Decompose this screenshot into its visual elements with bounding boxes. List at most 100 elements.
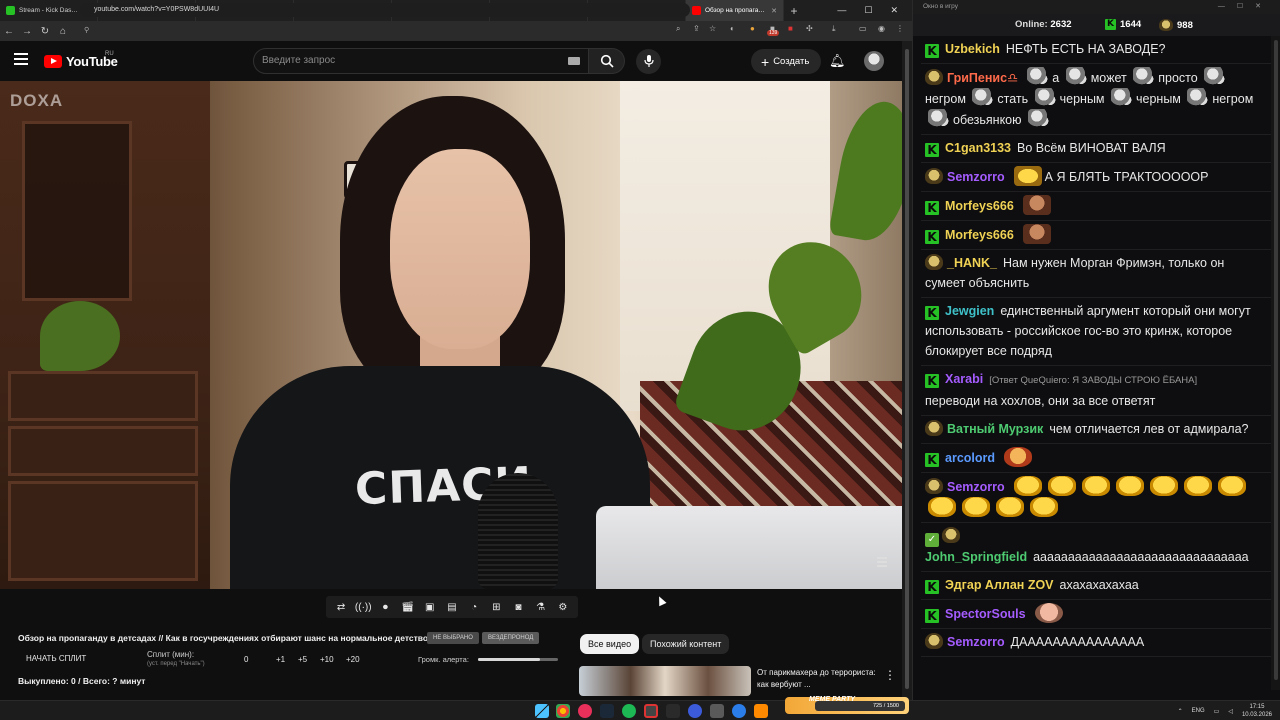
create-button[interactable]: + Создать — [751, 49, 822, 74]
windows-start-icon[interactable] — [535, 704, 549, 718]
chat-username[interactable]: Morfeys666 — [945, 228, 1014, 242]
browser-menu-icon[interactable]: ⋮ — [896, 24, 904, 33]
chat-username[interactable]: Semzorro — [947, 635, 1005, 649]
kick-viewers: K 1644 — [1105, 19, 1142, 30]
telegram-icon[interactable] — [732, 704, 746, 718]
split-plus-20-button[interactable]: +20 — [346, 655, 360, 664]
audio-icon[interactable]: ((·)) — [355, 601, 372, 613]
sidebar-icon[interactable]: ▭ — [859, 24, 867, 33]
app-icon-3[interactable] — [688, 704, 702, 718]
chip-similar-content[interactable]: Похожий контент — [642, 634, 730, 654]
chat-username[interactable]: SpectorSouls — [945, 607, 1026, 621]
video-menu-icon[interactable] — [877, 557, 887, 569]
chat-username[interactable]: Эдгар Аллан ZOV — [945, 578, 1054, 592]
download-icon[interactable]: ⤓ — [832, 24, 836, 34]
notifications-bell-icon[interactable]: 🔔︎ — [829, 53, 846, 69]
hamburger-menu-icon[interactable] — [14, 53, 28, 65]
flask-icon[interactable]: ⚗ — [534, 601, 548, 613]
cinema-icon[interactable]: ▤ — [445, 601, 459, 613]
browser-tab[interactable]: Обзор на пропаганд... ✕ — [686, 0, 784, 21]
minimize-button[interactable]: — — [837, 5, 846, 16]
app-icon-5[interactable] — [754, 704, 768, 718]
keyboard-icon[interactable] — [568, 57, 580, 65]
video-player[interactable]: СПАСИ DOXA — [0, 81, 902, 589]
chat-username[interactable]: Semzorro — [947, 170, 1005, 184]
bookmark-star-icon[interactable]: ☆ — [709, 24, 716, 33]
chat-username[interactable]: Ватный Мурзик — [947, 422, 1043, 436]
search-input[interactable]: Введите запрос — [253, 48, 589, 74]
pepe-emote-icon — [1034, 88, 1057, 108]
chat-username[interactable]: Semzorro — [947, 480, 1005, 494]
spotify-icon[interactable] — [622, 704, 636, 718]
recommendation-more-icon[interactable]: ⋮ — [884, 668, 896, 682]
url-field[interactable]: youtube.com/watch?v=Y0PSW8dUUI4U — [80, 3, 690, 17]
other-viewers: 988 — [1159, 19, 1193, 31]
chat-username[interactable]: Jewgien — [945, 304, 994, 318]
clip-icon[interactable]: 🎬︎ — [401, 601, 415, 613]
account-avatar[interactable] — [864, 51, 884, 71]
loop-icon[interactable]: ⇄ — [334, 601, 348, 613]
tray-chevron-icon[interactable]: ⌃ — [1178, 708, 1183, 715]
search-button[interactable] — [589, 48, 625, 74]
app-icon-1[interactable] — [578, 704, 592, 718]
clock[interactable]: 17:15 10.03.2026 — [1242, 703, 1272, 719]
chat-username[interactable]: arcolord — [945, 451, 995, 465]
zoom-icon[interactable]: ⌕ — [676, 24, 680, 34]
steam-icon[interactable] — [600, 704, 614, 718]
reload-icon[interactable]: ↻ — [36, 26, 54, 37]
split-plus-1-button[interactable]: +1 — [276, 655, 285, 664]
start-split-button[interactable]: НАЧАТЬ СПЛИТ — [26, 654, 86, 663]
split-plus-5-button[interactable]: +5 — [298, 655, 307, 664]
network-icon[interactable]: ▭ — [1214, 708, 1220, 715]
extension-red-icon[interactable]: ■ — [788, 24, 793, 33]
obs-icon[interactable] — [644, 704, 658, 718]
taskbar: ⌃ ENG ▭ ◁ 17:15 10.03.2026 — [0, 700, 1280, 720]
status-pill-1[interactable]: НЕ ВЫБРАНО — [427, 632, 479, 644]
alert-volume-slider[interactable] — [478, 658, 558, 661]
speed-icon[interactable]: ◔ — [467, 601, 481, 613]
maximize-button[interactable]: ☐ — [864, 5, 872, 16]
split-plus-10-button[interactable]: +10 — [320, 655, 334, 664]
chat-username[interactable]: C1gan3133 — [945, 141, 1011, 155]
chat-scrollbar[interactable] — [1271, 36, 1280, 690]
settings-gear-icon[interactable]: ⚙ — [556, 601, 570, 613]
chip-all-videos[interactable]: Все видео — [580, 634, 640, 654]
create-label: Создать — [773, 56, 810, 67]
recommendation-thumbnail[interactable] — [579, 666, 751, 696]
chat-reply-context[interactable]: [Ответ QueQuiero: Я ЗАВОДЫ СТРОЮ ЁБАНА] — [989, 375, 1197, 386]
app-icon-4[interactable] — [710, 704, 724, 718]
chat-window-buttons[interactable]: —☐✕ — [1218, 0, 1273, 14]
volume-icon[interactable]: ◁ — [1228, 708, 1233, 715]
extension-icon[interactable]: ◐ — [730, 24, 735, 33]
chat-username[interactable]: Morfeys666 — [945, 199, 1014, 213]
share-icon[interactable]: ⇪ — [693, 24, 700, 33]
extensions-puzzle-icon[interactable]: ✣ — [806, 24, 813, 33]
extension-cookie-icon[interactable]: ● — [750, 24, 755, 33]
add-frame-icon[interactable]: ⊞ — [489, 601, 503, 613]
new-tab-button[interactable]: + — [784, 4, 804, 18]
back-icon[interactable]: ← — [0, 26, 18, 37]
screenshot-icon[interactable]: ◙ — [511, 601, 525, 613]
profile-icon[interactable]: ◉ — [878, 24, 885, 33]
forward-icon[interactable]: → — [18, 26, 36, 37]
tab-close-icon[interactable]: ✕ — [771, 7, 777, 15]
youtube-logo[interactable]: YouTube RU — [44, 51, 118, 69]
recommendation-title[interactable]: От парикмахера до террориста: как вербую… — [757, 667, 877, 691]
chrome-icon[interactable] — [556, 704, 570, 718]
app-icon-2[interactable] — [666, 704, 680, 718]
close-window-button[interactable]: ✕ — [890, 5, 898, 16]
voice-search-button[interactable] — [636, 49, 661, 74]
picture-in-picture-icon[interactable]: ▣ — [423, 601, 437, 613]
chat-username[interactable]: Xarabi — [945, 372, 983, 386]
chat-username[interactable]: Uzbekich — [945, 42, 1000, 56]
chat-username[interactable]: _HANK_ — [947, 256, 997, 270]
status-pill-2[interactable]: ВЕЗДЕПРОНОД — [482, 632, 540, 644]
pepe-emote-icon — [928, 109, 950, 129]
page-scrollbar[interactable] — [902, 41, 912, 700]
site-info-icon[interactable]: ⚲ — [84, 26, 89, 34]
home-icon[interactable]: ⌂ — [54, 26, 72, 37]
chat-username[interactable]: John_Springfield — [925, 550, 1027, 564]
record-icon[interactable]: ⏺ — [378, 601, 392, 613]
chat-username[interactable]: ГриПенис♎ — [947, 71, 1018, 85]
lang-indicator[interactable]: ENG — [1192, 708, 1205, 714]
